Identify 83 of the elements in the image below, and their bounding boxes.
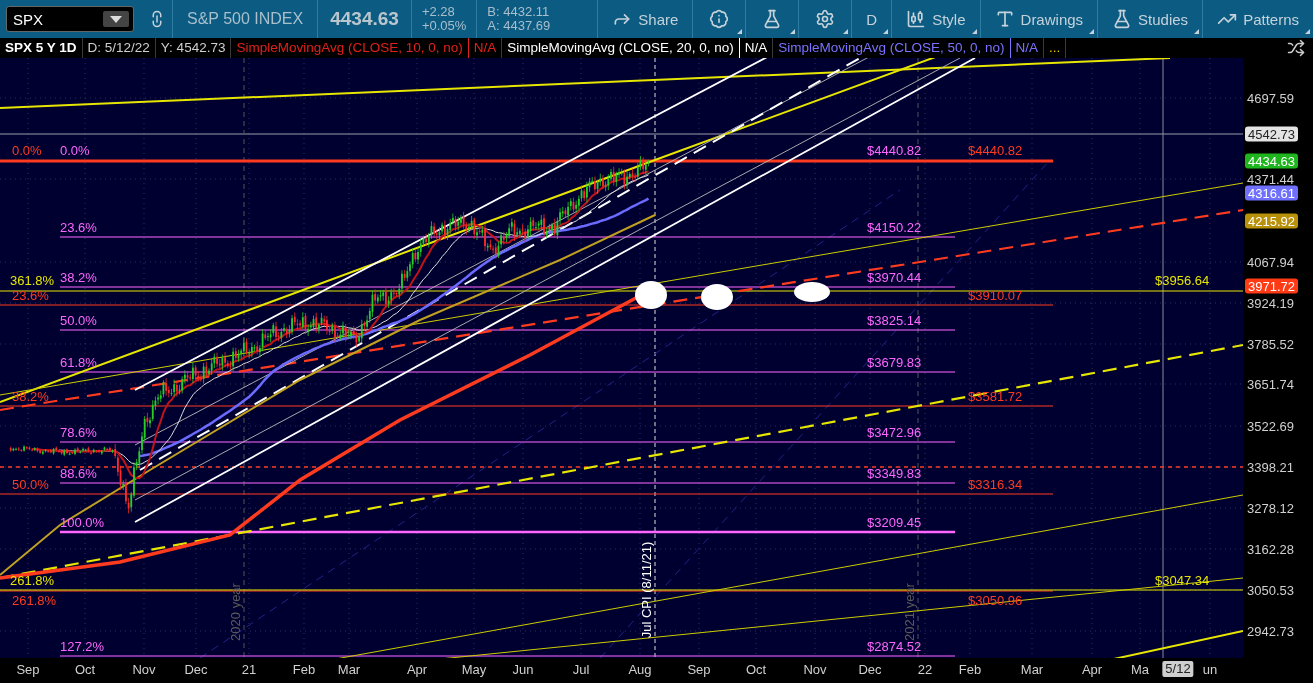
time-tick: Feb [292, 662, 316, 677]
net-change: +2.28 [421, 5, 456, 19]
time-tick: Mar [1020, 662, 1044, 677]
fibonacci-price: $3209.45 [867, 515, 922, 530]
cursor-date-badge: 5/12 [1162, 661, 1194, 677]
bid-price: B: 4432.11 [487, 5, 551, 19]
time-tick: Mar [337, 662, 361, 677]
price-tick: 3398.21 [1247, 459, 1294, 475]
fibonacci-percent: 100.0% [60, 515, 105, 530]
last-price: 4434.63 [329, 8, 400, 30]
time-tick: un [1202, 662, 1218, 677]
ask-price: A: 4437.69 [487, 19, 551, 33]
fibonacci-price: $3047.34 [1155, 573, 1210, 588]
time-tick: 21 [241, 662, 257, 677]
time-tick: Jun [512, 662, 534, 677]
fibonacci-percent: 261.8% [10, 573, 55, 588]
price-badge: 4542.73 [1245, 126, 1298, 142]
fibonacci-price: $3472.96 [867, 425, 922, 440]
year-label: 2020 year [228, 583, 243, 641]
price-badge: 4215.92 [1245, 213, 1298, 229]
fibonacci-percent: 261.8% [12, 593, 57, 608]
price-tick: 4371.44 [1247, 171, 1294, 187]
year-label: 2021 year [902, 583, 917, 641]
fibonacci-price: $3349.83 [867, 466, 922, 481]
fibonacci-percent: 0.0% [12, 143, 42, 158]
fibonacci-percent: 0.0% [60, 143, 90, 158]
time-tick: Dec [184, 662, 208, 677]
fibonacci-percent: 38.2% [60, 270, 97, 285]
price-badge: 4434.63 [1245, 153, 1298, 169]
fibonacci-percent: 361.8% [10, 273, 55, 288]
fibonacci-percent: 50.0% [60, 313, 97, 328]
time-tick: Apr [406, 662, 428, 677]
price-tick: 3278.12 [1247, 500, 1294, 516]
fibonacci-price: $3050.96 [968, 593, 1023, 608]
fibonacci-percent: 23.6% [60, 220, 97, 235]
time-tick: Ma [1130, 662, 1150, 677]
fibonacci-price: $3825.14 [867, 313, 922, 328]
time-tick: 22 [917, 662, 933, 677]
time-tick: Nov [803, 662, 827, 677]
time-tick: Apr [1081, 662, 1103, 677]
time-tick: Feb [958, 662, 982, 677]
event-label: Jul CPI (8/11/21) [639, 541, 654, 639]
price-badge: 3971.72 [1245, 278, 1298, 294]
instrument-name: S&P 500 INDEX [186, 10, 305, 28]
time-tick: Oct [745, 662, 767, 677]
price-tick: 3924.19 [1247, 295, 1294, 311]
fibonacci-percent: 50.0% [12, 477, 49, 492]
time-tick: Nov [132, 662, 156, 677]
fibonacci-price: $4440.82 [968, 143, 1023, 158]
symbol-dropdown[interactable]: SPX [6, 6, 134, 32]
percent-change: +0.05% [421, 19, 467, 33]
toolbar-button[interactable]: Share [598, 0, 693, 38]
time-tick: May [461, 662, 487, 677]
time-tick: Dec [858, 662, 882, 677]
time-tick: Oct [74, 662, 96, 677]
time-tick: Aug [628, 662, 652, 677]
price-tick: 4067.94 [1247, 254, 1294, 270]
fibonacci-percent: 127.2% [60, 639, 105, 654]
price-tick: 3651.74 [1247, 376, 1294, 392]
fibonacci-price: $4440.82 [867, 143, 922, 158]
fibonacci-price: $3581.72 [968, 389, 1023, 404]
fibonacci-percent: 38.2% [12, 389, 49, 404]
fibonacci-price: $3970.44 [867, 270, 922, 285]
fibonacci-price: $4150.22 [867, 220, 922, 235]
price-tick: 3522.69 [1247, 418, 1294, 434]
fibonacci-percent: 61.8% [60, 355, 97, 370]
fibonacci-price: $3316.34 [968, 477, 1023, 492]
price-tick: 4697.59 [1247, 90, 1294, 106]
fibonacci-price: $2874.52 [867, 639, 922, 654]
fibonacci-percent: 23.6% [12, 288, 49, 303]
price-tick: 3785.52 [1247, 336, 1294, 352]
price-badge: 4316.61 [1245, 185, 1298, 201]
fibonacci-price: $3956.64 [1155, 273, 1210, 288]
price-tick: 2942.73 [1247, 623, 1294, 639]
fibonacci-percent: 78.6% [60, 425, 97, 440]
price-tick: 3050.53 [1247, 582, 1294, 598]
time-tick: Jul [572, 662, 590, 677]
time-tick: Sep [16, 662, 40, 677]
time-tick: Sep [687, 662, 711, 677]
fibonacci-percent: 88.6% [60, 466, 97, 481]
fibonacci-price: $3910.07 [968, 288, 1023, 303]
fibonacci-price: $3679.83 [867, 355, 922, 370]
price-tick: 3162.28 [1247, 541, 1294, 557]
